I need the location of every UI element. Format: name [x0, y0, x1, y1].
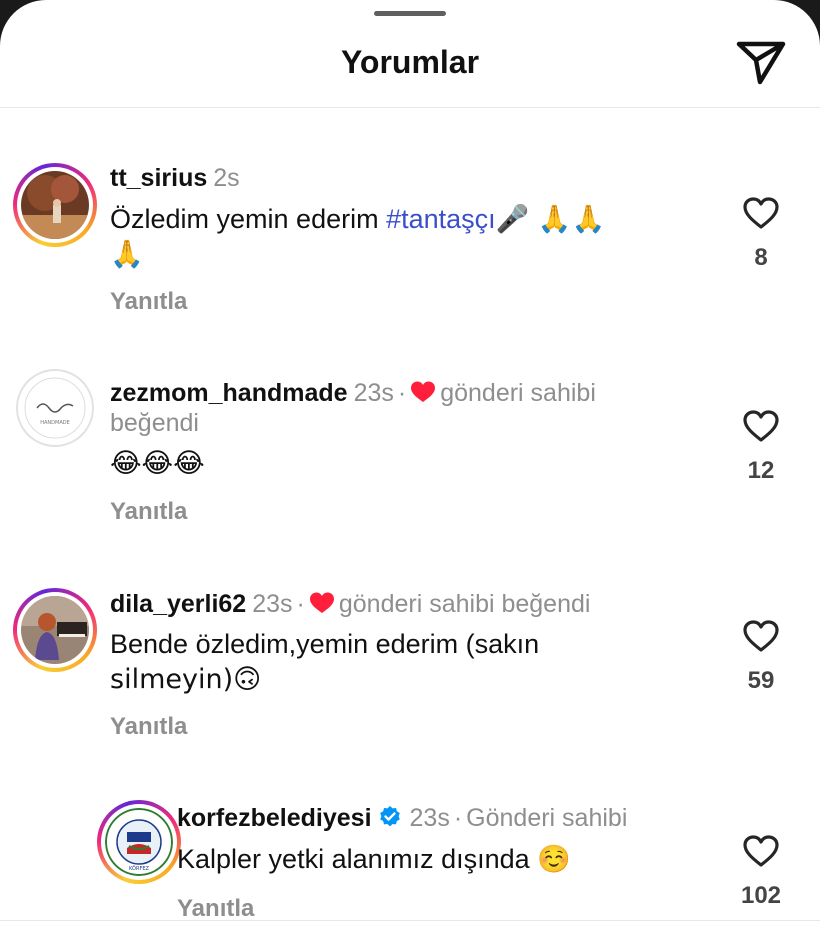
verified-badge-icon	[379, 806, 400, 827]
comment-meta: dila_yerli62 23s · gönderi sahibi beğendi	[110, 589, 590, 619]
comment-meta: zezmom_handmade 23s · gönderi sahibi	[110, 378, 596, 408]
username[interactable]: zezmom_handmade	[110, 379, 348, 407]
header-divider	[0, 107, 820, 108]
comment-text: Bende özledim,yemin ederim (sakın silmey…	[110, 627, 710, 697]
reply-button[interactable]: Yanıtla	[177, 895, 254, 923]
svg-text:HANDMADE: HANDMADE	[40, 420, 70, 426]
reply-button[interactable]: Yanıtla	[110, 713, 187, 741]
comment-emoji: 🎤 🙏🙏	[495, 204, 606, 235]
like-count: 102	[740, 882, 782, 909]
comment-meta: korfezbelediyesi 23s · Gönderi sahibi	[177, 803, 627, 833]
paper-plane-icon	[736, 41, 786, 85]
like-count: 8	[754, 244, 768, 271]
hashtag-link[interactable]: #tantaşçı	[386, 204, 496, 234]
avatar[interactable]	[13, 163, 97, 247]
heart-icon[interactable]	[742, 409, 780, 443]
like-column: 102	[726, 834, 796, 910]
comment-text: Kalpler yetki alanımız dışında ☺️	[177, 844, 571, 874]
liked-by-author-label: gönderi sahibi	[440, 379, 596, 407]
username[interactable]: dila_yerli62	[110, 590, 246, 618]
share-button[interactable]	[734, 38, 788, 86]
comments-sheet: Yorumlar tt_sirius 2s Özledim yemin eder…	[0, 0, 820, 936]
comment-meta: tt_sirius 2s	[110, 163, 240, 193]
heart-icon[interactable]	[742, 834, 780, 868]
username[interactable]: tt_sirius	[110, 164, 207, 192]
avatar[interactable]: HANDMADE	[16, 369, 94, 447]
comment-text-line: silmeyin)🙃	[110, 664, 262, 695]
comment-text: Özledim yemin ederim #tantaşçı🎤 🙏🙏 🙏	[110, 202, 710, 272]
profile-photo	[21, 596, 89, 664]
korfez-logo: KÖRFEZ	[105, 808, 173, 876]
like-column: 8	[726, 196, 796, 272]
username[interactable]: korfezbelediyesi	[177, 804, 372, 832]
reply-button[interactable]: Yanıtla	[110, 288, 187, 316]
heart-filled-icon	[309, 592, 334, 613]
like-count: 12	[747, 457, 775, 484]
separator-dot: ·	[397, 379, 407, 407]
bottom-divider	[0, 920, 820, 921]
zezmom-logo: HANDMADE	[24, 377, 86, 439]
liked-by-author-label: gönderi sahibi beğendi	[338, 590, 591, 618]
heart-icon[interactable]	[742, 196, 780, 230]
svg-text:KÖRFEZ: KÖRFEZ	[129, 865, 149, 872]
comment-meta-cont: beğendi	[110, 409, 199, 437]
timestamp: 23s	[252, 590, 293, 618]
like-column: 12	[726, 409, 796, 485]
heart-filled-icon	[411, 381, 436, 402]
like-column: 59	[726, 619, 796, 695]
avatar[interactable]: KÖRFEZ	[97, 800, 181, 884]
separator-dot: ·	[453, 804, 463, 832]
separator-dot: ·	[296, 590, 305, 618]
timestamp: 23s	[353, 379, 394, 407]
avatar[interactable]	[13, 588, 97, 672]
reply-button[interactable]: Yanıtla	[110, 498, 187, 526]
timestamp: 23s	[409, 804, 450, 832]
comment-text: 😂😂😂	[110, 448, 205, 479]
like-count: 59	[747, 667, 775, 694]
comment-emoji: 🙏	[110, 239, 144, 270]
profile-photo	[21, 171, 89, 239]
comment-text-part: Özledim yemin ederim	[110, 204, 387, 234]
sheet-grabber[interactable]	[374, 11, 446, 16]
author-role-label: Gönderi sahibi	[466, 804, 628, 832]
timestamp: 2s	[213, 164, 240, 192]
heart-icon[interactable]	[742, 619, 780, 653]
comment-text-line: Bende özledim,yemin ederim (sakın	[110, 629, 540, 659]
page-title: Yorumlar	[340, 44, 480, 80]
